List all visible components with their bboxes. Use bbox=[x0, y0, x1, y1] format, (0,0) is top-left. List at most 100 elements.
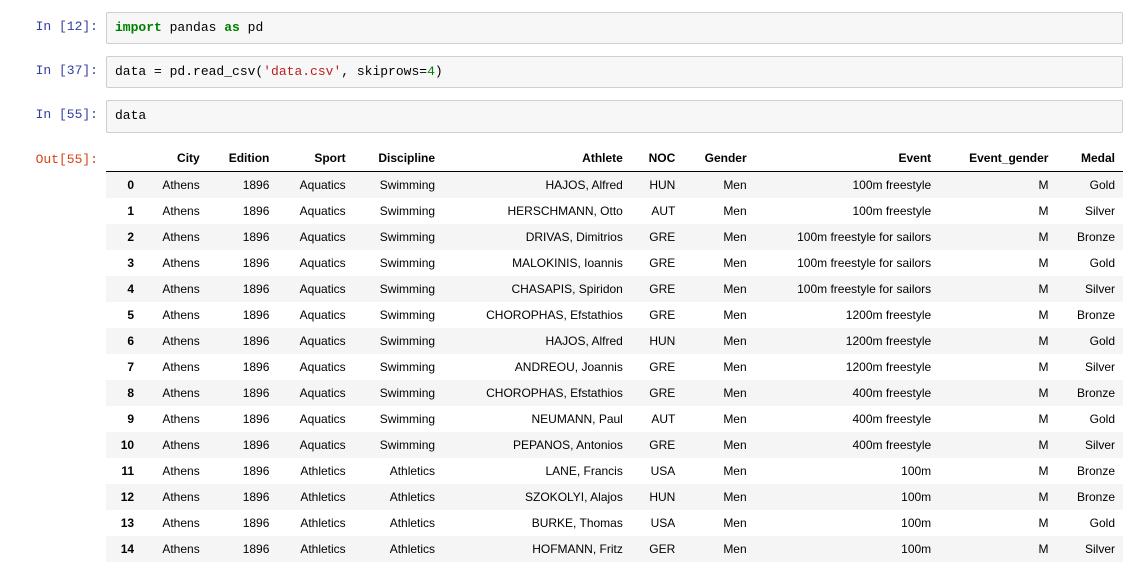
cell: Men bbox=[683, 171, 754, 198]
table-row: 12Athens1896AthleticsAthleticsSZOKOLYI, … bbox=[106, 484, 1123, 510]
row-index: 5 bbox=[106, 302, 142, 328]
cell: M bbox=[939, 276, 1056, 302]
code-cell: In [37]: data = pd.read_csv('data.csv', … bbox=[20, 56, 1123, 88]
code-token: data bbox=[115, 108, 146, 123]
code-input[interactable]: data = pd.read_csv('data.csv', skiprows=… bbox=[106, 56, 1123, 88]
code-token: pd bbox=[240, 20, 263, 35]
row-index: 3 bbox=[106, 250, 142, 276]
table-row: 13Athens1896AthleticsAthleticsBURKE, Tho… bbox=[106, 510, 1123, 536]
cell: GER bbox=[631, 536, 683, 562]
cell: Athens bbox=[142, 224, 208, 250]
cell: Bronze bbox=[1056, 458, 1123, 484]
row-index: 10 bbox=[106, 432, 142, 458]
cell: 1896 bbox=[208, 432, 278, 458]
cell: M bbox=[939, 484, 1056, 510]
cell: 100m bbox=[755, 510, 940, 536]
cell: Athens bbox=[142, 380, 208, 406]
cell: Swimming bbox=[354, 328, 443, 354]
cell: 100m freestyle for sailors bbox=[755, 224, 940, 250]
cell: Athletics bbox=[277, 536, 353, 562]
table-row: 11Athens1896AthleticsAthleticsLANE, Fran… bbox=[106, 458, 1123, 484]
code-cell: In [12]: import pandas as pd bbox=[20, 12, 1123, 44]
cell: GRE bbox=[631, 354, 683, 380]
cell: Swimming bbox=[354, 171, 443, 198]
code-token: 'data.csv' bbox=[263, 64, 341, 79]
cell: M bbox=[939, 250, 1056, 276]
cell: MALOKINIS, Ioannis bbox=[443, 250, 631, 276]
cell: Swimming bbox=[354, 302, 443, 328]
cell: GRE bbox=[631, 302, 683, 328]
cell: M bbox=[939, 380, 1056, 406]
code-token: 4 bbox=[427, 64, 435, 79]
cell: 1896 bbox=[208, 276, 278, 302]
cell: 1896 bbox=[208, 458, 278, 484]
code-cell: In [55]: data bbox=[20, 100, 1123, 132]
code-token: import bbox=[115, 20, 162, 35]
cell: 1896 bbox=[208, 250, 278, 276]
code-input[interactable]: data bbox=[106, 100, 1123, 132]
cell: HOFMANN, Fritz bbox=[443, 536, 631, 562]
cell: Swimming bbox=[354, 224, 443, 250]
cell: AUT bbox=[631, 198, 683, 224]
cell: M bbox=[939, 302, 1056, 328]
cell: 1896 bbox=[208, 380, 278, 406]
dataframe-output: CityEditionSportDisciplineAthleteNOCGend… bbox=[106, 145, 1123, 562]
cell: Athens bbox=[142, 276, 208, 302]
cell: Men bbox=[683, 484, 754, 510]
cell: GRE bbox=[631, 250, 683, 276]
cell: HAJOS, Alfred bbox=[443, 171, 631, 198]
row-index: 9 bbox=[106, 406, 142, 432]
cell: Gold bbox=[1056, 406, 1123, 432]
column-header: Edition bbox=[208, 145, 278, 172]
cell: Swimming bbox=[354, 406, 443, 432]
cell: HUN bbox=[631, 328, 683, 354]
cell: Athens bbox=[142, 354, 208, 380]
cell: CHASAPIS, Spiridon bbox=[443, 276, 631, 302]
cell: 100m freestyle for sailors bbox=[755, 250, 940, 276]
cell: Men bbox=[683, 276, 754, 302]
column-header: City bbox=[142, 145, 208, 172]
cell: M bbox=[939, 198, 1056, 224]
table-row: 14Athens1896AthleticsAthleticsHOFMANN, F… bbox=[106, 536, 1123, 562]
cell: Aquatics bbox=[277, 406, 353, 432]
cell: ANDREOU, Joannis bbox=[443, 354, 631, 380]
cell: 1896 bbox=[208, 328, 278, 354]
cell: Athens bbox=[142, 250, 208, 276]
output-cell: Out[55]: CityEditionSportDisciplineAthle… bbox=[20, 145, 1123, 562]
table-row: 8Athens1896AquaticsSwimmingCHOROPHAS, Ef… bbox=[106, 380, 1123, 406]
cell: USA bbox=[631, 510, 683, 536]
cell: Athens bbox=[142, 458, 208, 484]
cell: Athens bbox=[142, 406, 208, 432]
cell: Men bbox=[683, 198, 754, 224]
cell: Silver bbox=[1056, 354, 1123, 380]
cell: Athens bbox=[142, 328, 208, 354]
column-header: Gender bbox=[683, 145, 754, 172]
cell: Gold bbox=[1056, 171, 1123, 198]
cell: M bbox=[939, 224, 1056, 250]
cell: GRE bbox=[631, 276, 683, 302]
cell: Athletics bbox=[354, 484, 443, 510]
table-row: 1Athens1896AquaticsSwimmingHERSCHMANN, O… bbox=[106, 198, 1123, 224]
cell: M bbox=[939, 510, 1056, 536]
cell: SZOKOLYI, Alajos bbox=[443, 484, 631, 510]
code-input[interactable]: import pandas as pd bbox=[106, 12, 1123, 44]
cell: 1896 bbox=[208, 224, 278, 250]
cell: 1896 bbox=[208, 510, 278, 536]
cell: 1200m freestyle bbox=[755, 354, 940, 380]
cell: PEPANOS, Antonios bbox=[443, 432, 631, 458]
cell: 400m freestyle bbox=[755, 432, 940, 458]
row-index: 0 bbox=[106, 171, 142, 198]
cell: M bbox=[939, 354, 1056, 380]
column-header: Sport bbox=[277, 145, 353, 172]
row-index: 2 bbox=[106, 224, 142, 250]
cell: Aquatics bbox=[277, 328, 353, 354]
cell: Aquatics bbox=[277, 380, 353, 406]
cell: M bbox=[939, 458, 1056, 484]
row-index: 14 bbox=[106, 536, 142, 562]
row-index: 1 bbox=[106, 198, 142, 224]
column-header: Event bbox=[755, 145, 940, 172]
cell: 1896 bbox=[208, 406, 278, 432]
code-token: ) bbox=[435, 64, 443, 79]
cell: Bronze bbox=[1056, 224, 1123, 250]
row-index: 4 bbox=[106, 276, 142, 302]
